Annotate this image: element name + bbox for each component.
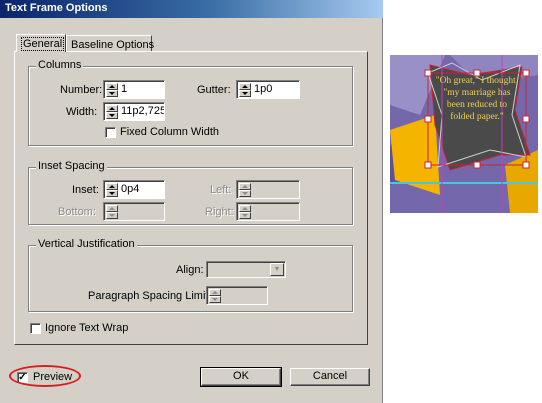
number-stepper[interactable]: 1 [103,80,165,99]
title-bar[interactable]: Text Frame Options [0,0,383,18]
width-spin-arrows[interactable] [106,105,118,119]
tab-general-label: General [21,37,65,51]
gutter-value: 1p0 [254,83,273,95]
columns-group-title: Columns [36,59,84,71]
left-stepper [236,180,300,199]
gutter-label: Gutter: [197,84,231,96]
paragraph-spacing-stepper [206,286,268,305]
tab-baseline-options[interactable]: Baseline Options [66,35,155,52]
bottom-label: Bottom: [58,206,96,218]
highlight-ellipse [9,365,81,387]
text-frame-options-dialog: Text Frame Options General Baseline Opti… [0,0,383,403]
width-value: 11p2,725 [121,105,165,117]
layout-preview-image: "Oh great," I thought, "my marriage has … [390,55,538,213]
chevron-down-icon[interactable]: ▼ [270,263,284,276]
inset-value: 0p4 [121,183,140,195]
vertical-justification-title: Vertical Justification [36,238,137,250]
number-label: Number: [60,84,103,96]
ok-button[interactable]: OK [200,367,282,387]
width-label: Width: [66,106,98,118]
fixed-column-width-checkbox[interactable] [105,127,116,138]
align-dropdown[interactable]: ▼ [206,261,286,278]
ignore-text-wrap-checkbox[interactable] [30,323,41,334]
inset-label: Inset: [72,184,99,196]
number-spin-arrows[interactable] [106,83,118,97]
frame-text: "Oh great," I thought, "my marriage has … [435,76,519,122]
width-stepper[interactable]: 11p2,725 [103,102,165,121]
align-label: Align: [176,264,204,276]
inset-stepper[interactable]: 0p4 [103,180,165,199]
right-label: Right: [205,206,234,218]
cancel-button[interactable]: Cancel [290,368,370,386]
bottom-stepper [103,202,165,221]
gutter-spin-arrows[interactable] [239,83,251,97]
dialog-title: Text Frame Options [5,2,108,14]
inset-spin-arrows[interactable] [106,183,118,197]
tab-baseline-label: Baseline Options [71,39,155,51]
right-spin-arrows [239,205,251,219]
tab-general[interactable]: General [16,34,66,52]
fixed-column-width-label: Fixed Column Width [120,126,220,138]
left-label: Left: [210,184,232,196]
ignore-text-wrap-label: Ignore Text Wrap [45,322,129,334]
gutter-stepper[interactable]: 1p0 [236,80,300,99]
number-value: 1 [121,83,128,95]
right-stepper [236,202,300,221]
left-spin-arrows [239,183,251,197]
bottom-spin-arrows [106,205,118,219]
paragraph-spacing-spin-arrows [209,289,221,303]
paragraph-spacing-label: Paragraph Spacing Limit: [88,290,212,302]
inset-spacing-title: Inset Spacing [36,160,107,172]
